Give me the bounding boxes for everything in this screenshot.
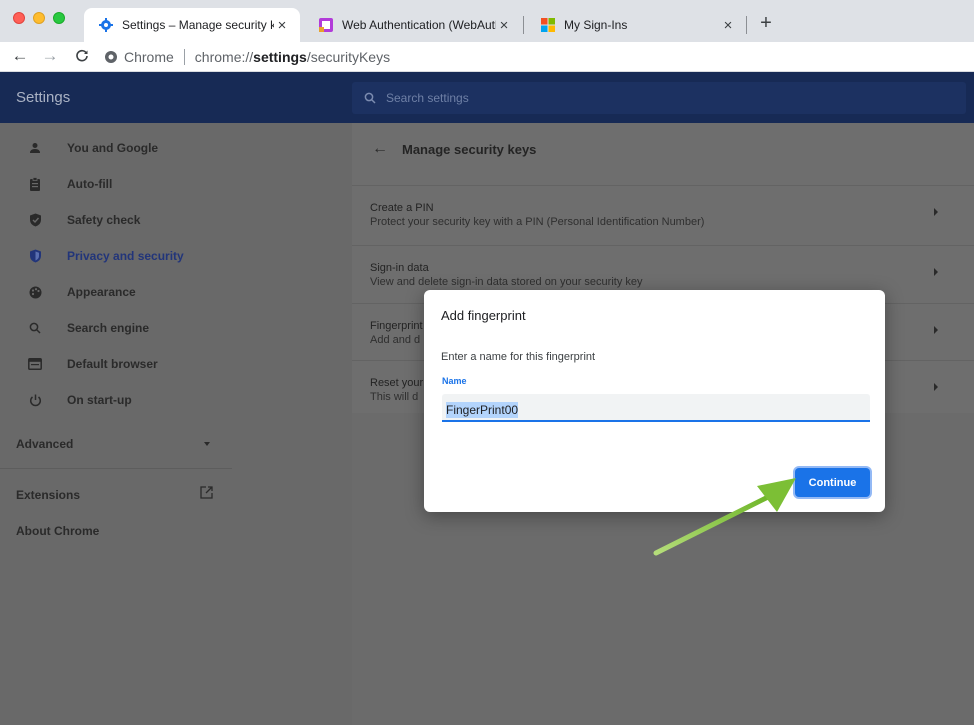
palette-icon: [27, 284, 43, 300]
clipboard-icon: [27, 176, 43, 192]
reload-button[interactable]: [72, 46, 92, 66]
url-path: /securityKeys: [306, 49, 391, 65]
search-placeholder: Search settings: [386, 91, 469, 105]
tab-title: My Sign-Ins: [564, 18, 628, 32]
url-scheme: chrome://: [194, 49, 254, 65]
tab-title: Settings – Manage security key: [122, 18, 274, 32]
sidebar-item-label: You and Google: [67, 141, 159, 155]
sidebar-item-privacy-and-security[interactable]: Privacy and security: [0, 238, 232, 274]
address-divider: [183, 49, 185, 65]
tab-my-sign-ins[interactable]: My Sign-Ins ×: [528, 8, 746, 42]
sidebar-item-label: Search engine: [67, 321, 150, 335]
open-in-new-icon[interactable]: [200, 486, 213, 499]
forward-button[interactable]: →: [40, 46, 60, 66]
tab-separator: [746, 16, 747, 34]
tab-strip: Settings – Manage security key × Web Aut…: [0, 0, 974, 42]
sidebar-item-search-engine[interactable]: Search engine: [0, 310, 232, 346]
microsoft-logo-icon: [541, 18, 555, 32]
row-subtitle: View and delete sign-in data stored on y…: [370, 276, 643, 288]
chevron-right-icon: [934, 326, 938, 334]
row-title: Create a PIN: [370, 202, 434, 214]
chrome-logo-icon: [105, 51, 117, 63]
sidebar-item-appearance[interactable]: Appearance: [0, 274, 232, 310]
maximize-window-button[interactable]: [53, 12, 65, 24]
browser-toolbar: ← → Chrome chrome:// settings /securityK…: [0, 42, 974, 72]
sidebar-item-default-browser[interactable]: Default browser: [0, 346, 232, 382]
add-fingerprint-dialog: Add fingerprint Enter a name for this fi…: [424, 290, 885, 512]
url-host: settings: [253, 49, 307, 65]
close-tab-icon[interactable]: ×: [496, 17, 512, 34]
minimize-window-button[interactable]: [33, 12, 45, 24]
tab-settings[interactable]: Settings – Manage security key ×: [84, 8, 300, 42]
page-title: Settings: [16, 89, 71, 106]
power-icon: [27, 392, 43, 408]
tab-title: Web Authentication (WebAuthn: [342, 18, 496, 32]
browser-icon: [27, 356, 43, 372]
sidebar-extensions[interactable]: Extensions: [16, 488, 80, 502]
settings-header: Settings Search settings: [0, 72, 974, 123]
row-subtitle: Protect your security key with a PIN (Pe…: [370, 216, 705, 228]
close-window-button[interactable]: [13, 12, 25, 24]
chevron-right-icon: [934, 208, 938, 216]
search-icon: [364, 92, 376, 104]
fingerprint-name-field[interactable]: [442, 394, 870, 422]
sidebar-item-label: Privacy and security: [67, 249, 184, 263]
continue-button[interactable]: Continue: [795, 468, 870, 497]
chevron-down-icon[interactable]: [204, 442, 210, 446]
sidebar-item-safety-check[interactable]: Safety check: [0, 202, 232, 238]
shield-icon: [27, 248, 43, 264]
chevron-right-icon: [934, 268, 938, 276]
sidebar-item-label: Appearance: [67, 285, 136, 299]
row-title: Reset your: [370, 377, 424, 389]
sidebar-item-label: Default browser: [67, 357, 158, 371]
shield-check-icon: [27, 212, 43, 228]
close-tab-icon[interactable]: ×: [274, 17, 290, 34]
sidebar-item-label: Auto-fill: [67, 177, 113, 191]
sidebar-item-you-and-google[interactable]: You and Google: [0, 130, 232, 166]
search-icon: [27, 320, 43, 336]
close-tab-icon[interactable]: ×: [720, 17, 736, 34]
address-bar[interactable]: Chrome chrome:// settings /securityKeys: [104, 45, 966, 69]
new-tab-button[interactable]: +: [756, 13, 776, 34]
row-subtitle: This will d: [370, 391, 419, 403]
row-subtitle: Add and d: [370, 334, 421, 346]
row-title: Sign-in data: [370, 262, 429, 274]
sidebar-item-on-start-up[interactable]: On start-up: [0, 382, 232, 418]
sidebar-item-label: On start-up: [67, 393, 132, 407]
origin-chip: Chrome: [124, 49, 174, 65]
dialog-title: Add fingerprint: [441, 308, 526, 323]
page-heading: Manage security keys: [402, 142, 537, 157]
back-button[interactable]: ←: [10, 46, 30, 66]
chevron-right-icon: [934, 383, 938, 391]
tab-separator: [523, 16, 524, 34]
row-title: Fingerprint: [370, 320, 423, 332]
sidebar-advanced[interactable]: Advanced: [16, 437, 73, 451]
person-icon: [27, 140, 43, 156]
row-create-pin[interactable]: Create a PIN Protect your security key w…: [352, 185, 974, 241]
name-field-label: Name: [442, 376, 467, 386]
sidebar-divider: [0, 468, 232, 469]
tab-webauthn[interactable]: Web Authentication (WebAuthn ×: [306, 8, 522, 42]
search-input[interactable]: Search settings: [352, 82, 966, 114]
gear-icon: [99, 18, 113, 32]
webauthn-logo-icon: [319, 18, 333, 32]
back-arrow-icon[interactable]: ←: [372, 140, 388, 158]
sidebar: You and Google Auto-fill Safety check Pr…: [0, 123, 352, 725]
sidebar-item-label: Safety check: [67, 213, 141, 227]
sidebar-about-chrome[interactable]: About Chrome: [16, 524, 99, 538]
sidebar-item-auto-fill[interactable]: Auto-fill: [0, 166, 232, 202]
reload-icon: [76, 49, 88, 62]
dialog-description: Enter a name for this fingerprint: [441, 351, 596, 363]
